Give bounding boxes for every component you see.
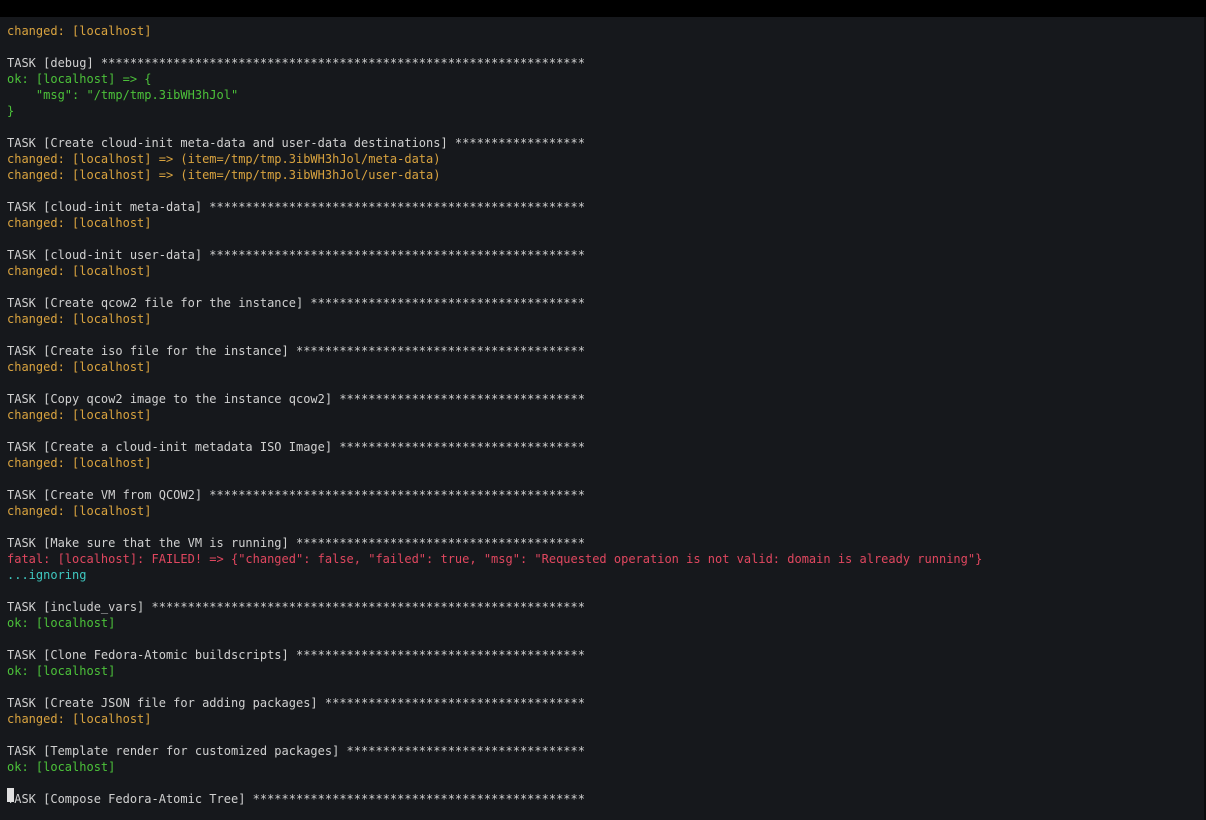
window-top-bar <box>0 0 1206 17</box>
changed-status-line: changed: [localhost] <box>7 360 152 374</box>
ok-status-line: ok: [localhost] <box>7 760 116 774</box>
fatal-error-line: fatal: [localhost]: FAILED! => {"changed… <box>7 552 983 566</box>
task-header-line: TASK [Create VM from QCOW2] ************… <box>7 488 585 502</box>
changed-status-line: changed: [localhost] <box>7 312 152 326</box>
task-header-line: TASK [debug] ***************************… <box>7 56 585 70</box>
task-header-line: TASK [Create JSON file for adding packag… <box>7 696 585 710</box>
task-header-line: TASK [Copy qcow2 image to the instance q… <box>7 392 585 406</box>
task-header-line: TASK [Create qcow2 file for the instance… <box>7 296 585 310</box>
changed-status-line: changed: [localhost] <box>7 264 152 278</box>
changed-status-line: changed: [localhost] <box>7 712 152 726</box>
task-header-line: TASK [cloud-init user-data] ************… <box>7 248 585 262</box>
terminal-cursor <box>7 788 14 802</box>
changed-status-line: changed: [localhost] <box>7 504 152 518</box>
task-header-line: TASK [Compose Fedora-Atomic Tree] ******… <box>7 792 585 806</box>
task-header-line: TASK [Make sure that the VM is running] … <box>7 536 585 550</box>
ok-status-line: ok: [localhost] => { <box>7 72 152 86</box>
changed-status-line: changed: [localhost] <box>7 216 152 230</box>
task-header-line: TASK [Template render for customized pac… <box>7 744 585 758</box>
changed-status-line: changed: [localhost] <box>7 24 152 38</box>
task-header-line: TASK [cloud-init meta-data] ************… <box>7 200 585 214</box>
terminal-pane[interactable]: changed: [localhost] TASK [debug] *******… <box>0 17 1206 820</box>
changed-status-line: changed: [localhost] <box>7 408 152 422</box>
ok-status-line: ok: [localhost] <box>7 664 116 678</box>
ok-status-line: } <box>7 104 15 118</box>
task-header-line: TASK [Create a cloud-init metadata ISO I… <box>7 440 585 454</box>
changed-status-line: changed: [localhost] => (item=/tmp/tmp.3… <box>7 152 441 166</box>
ok-status-line: ok: [localhost] <box>7 616 116 630</box>
ignoring-line: ...ignoring <box>7 568 87 582</box>
task-header-line: TASK [Create iso file for the instance] … <box>7 344 585 358</box>
changed-status-line: changed: [localhost] => (item=/tmp/tmp.3… <box>7 168 441 182</box>
task-header-line: TASK [Create cloud-init meta-data and us… <box>7 136 585 150</box>
ok-status-line: "msg": "/tmp/tmp.3ibWH3hJol" <box>7 88 239 102</box>
task-header-line: TASK [Clone Fedora-Atomic buildscripts] … <box>7 648 585 662</box>
terminal-output: changed: [localhost] TASK [debug] *******… <box>7 23 982 807</box>
terminal-window: changed: [localhost] TASK [debug] *******… <box>0 0 1206 820</box>
changed-status-line: changed: [localhost] <box>7 456 152 470</box>
task-header-line: TASK [include_vars] ********************… <box>7 600 585 614</box>
